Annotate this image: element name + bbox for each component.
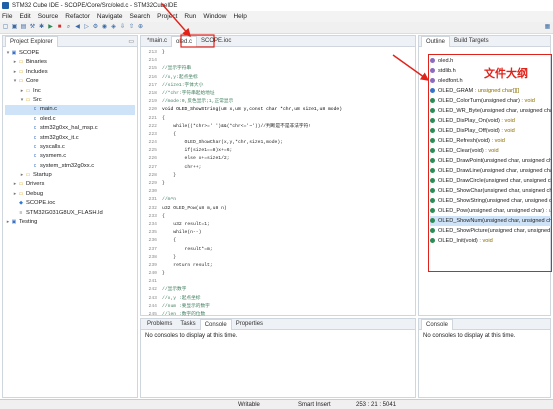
console-tabbar-left: Problems Tasks Console Properties xyxy=(141,318,415,330)
arrow-to-outline xyxy=(392,54,430,81)
console-left-tab[interactable]: Properties xyxy=(232,319,267,330)
console-panel-right: Console No consoles to display at this t… xyxy=(418,318,551,398)
console-message-right: No consoles to display at this time. xyxy=(423,333,516,339)
status-writable: Writable xyxy=(238,401,260,408)
status-bar: Writable Smart Insert 253 : 21 : 5041 xyxy=(0,399,553,409)
console-right-tab[interactable]: Console xyxy=(421,318,454,330)
status-insert-mode: Smart Insert xyxy=(298,401,331,408)
console-left-tab[interactable]: Problems xyxy=(143,319,176,330)
arrow-to-editor-tab xyxy=(161,3,191,38)
console-panel-left: Problems Tasks Console Properties No consol… xyxy=(140,318,416,398)
console-tabbar-right: Console xyxy=(419,318,550,330)
status-position: 253 : 21 : 5041 xyxy=(356,401,397,408)
console-message-left: No consoles to display at this time. xyxy=(145,333,238,339)
console-left-tab[interactable]: Tasks xyxy=(176,319,199,330)
editor-tab-highlight xyxy=(180,34,215,48)
console-left-tab[interactable]: Console xyxy=(199,318,232,330)
